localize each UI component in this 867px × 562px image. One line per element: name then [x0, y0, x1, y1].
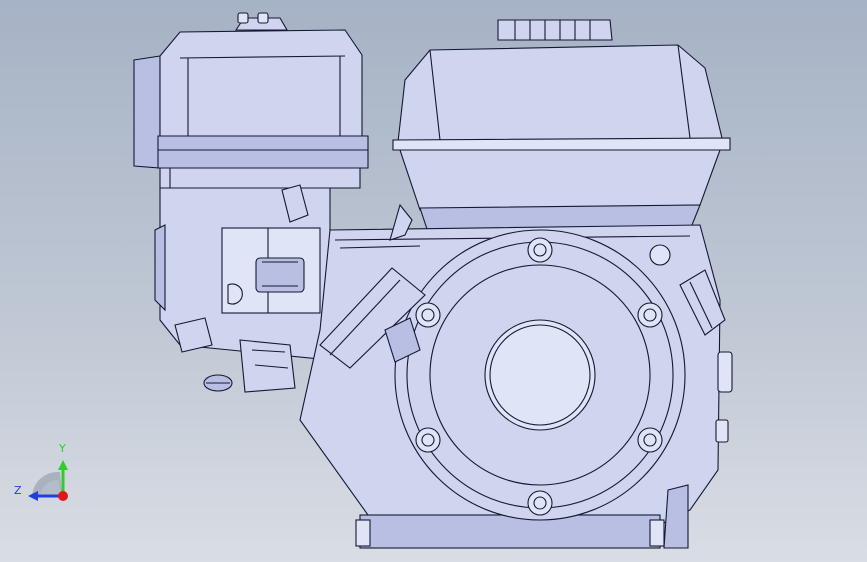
engine-model[interactable] [0, 0, 867, 562]
air-cleaner[interactable] [133, 12, 369, 189]
orientation-triad: Y Z [8, 438, 78, 508]
y-axis-arrow [58, 460, 68, 470]
carburetor[interactable] [154, 184, 331, 393]
z-axis-label: Z [14, 484, 22, 497]
fuel-tank[interactable] [392, 19, 731, 233]
graphics-viewport[interactable]: Y Z [0, 0, 867, 562]
y-axis-label: Y [59, 442, 66, 455]
starter-cover[interactable] [394, 229, 686, 521]
x-axis-dot [58, 491, 68, 501]
